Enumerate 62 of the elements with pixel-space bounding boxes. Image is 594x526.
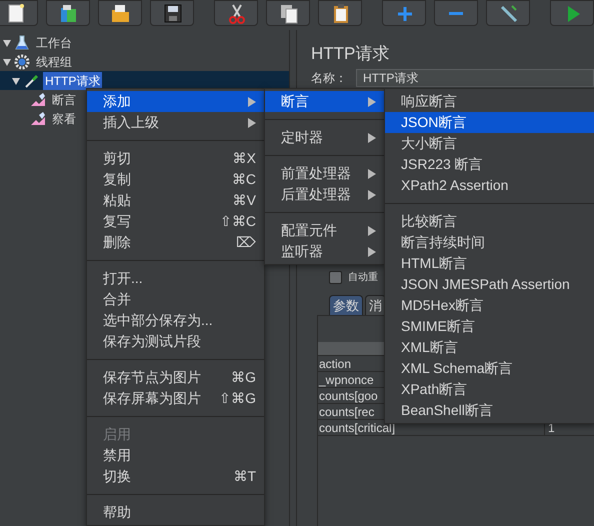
toolbar-button[interactable]: [150, 0, 194, 26]
menu-item[interactable]: SMIME断言: [385, 316, 594, 337]
menu-item[interactable]: 复写 ⇧⌘C: [87, 211, 264, 232]
menu-item[interactable]: MD5Hex断言: [385, 295, 594, 316]
menu-item[interactable]: 大小断言: [385, 133, 594, 154]
menu-item[interactable]: JSON断言: [385, 112, 594, 133]
tab[interactable]: 消: [365, 295, 386, 315]
menu-item[interactable]: 配置元件: [265, 220, 384, 241]
tree-item[interactable]: 断言: [50, 90, 78, 108]
menu-item[interactable]: JSON JMESPath Assertion: [385, 274, 594, 295]
table-cell-text: 1: [547, 420, 555, 435]
flask-icon: [14, 34, 30, 50]
menu-item[interactable]: 帮助: [87, 502, 264, 523]
menu-item[interactable]: XPath2 Assertion: [385, 175, 594, 196]
menu-item[interactable]: 切换 ⌘T: [87, 466, 264, 487]
toolbar-button[interactable]: [266, 0, 310, 26]
toolbar-button[interactable]: [214, 0, 258, 26]
toolbar-button[interactable]: [46, 0, 90, 26]
menu-item[interactable]: 比较断言: [385, 211, 594, 232]
tree-item[interactable]: 察看: [50, 110, 78, 128]
menu-item[interactable]: 断言: [265, 91, 384, 112]
tree-item[interactable]: 工作台: [34, 34, 74, 52]
tab[interactable]: 参数: [329, 295, 363, 315]
gear-icon: [14, 54, 30, 70]
menu-item[interactable]: 禁用: [87, 445, 264, 466]
menu-item[interactable]: 保存屏幕为图片 ⇧⌘G: [87, 388, 264, 409]
folder-icon: [109, 2, 131, 24]
minus-icon: [449, 12, 463, 14]
menu-item[interactable]: 删除 ⌦: [87, 232, 264, 253]
panel-title: HTTP请求: [311, 43, 390, 63]
menu-item[interactable]: 监听器: [265, 241, 384, 262]
menu-item[interactable]: 插入上级: [87, 112, 264, 133]
toolbar-button[interactable]: [318, 0, 362, 26]
menu-item[interactable]: 保存节点为图片 ⌘G: [87, 367, 264, 388]
field-label: 名称：: [311, 70, 348, 87]
menu-item[interactable]: 后置处理器: [265, 184, 384, 205]
toolbar-button[interactable]: [486, 0, 530, 26]
pipette-icon: [23, 72, 39, 88]
menu-item[interactable]: 打开...: [87, 268, 264, 289]
menu-item[interactable]: 添加: [87, 91, 264, 112]
chart-icon: [30, 110, 46, 126]
menu-item[interactable]: 前置处理器: [265, 163, 384, 184]
checkbox[interactable]: [329, 270, 342, 284]
menu-item[interactable]: 复制 ⌘C: [87, 169, 264, 190]
menu-item[interactable]: 响应断言: [385, 91, 594, 112]
menu-item[interactable]: XML断言: [385, 337, 594, 358]
chart-icon: [30, 92, 46, 108]
tree-item[interactable]: HTTP请求: [43, 72, 102, 90]
tree-item[interactable]: 线程组: [34, 52, 74, 70]
menu-item[interactable]: JSR223 断言: [385, 154, 594, 175]
menu-item[interactable]: 粘贴 ⌘V: [87, 190, 264, 211]
menu-item[interactable]: HTML断言: [385, 253, 594, 274]
menu-item[interactable]: 保存为测试片段: [87, 331, 264, 352]
menu-item[interactable]: 选中部分保存为...: [87, 310, 264, 331]
menu-item[interactable]: 合并: [87, 289, 264, 310]
checkbox-label: 自动重: [348, 270, 378, 284]
menu-item[interactable]: 剪切 ⌘X: [87, 148, 264, 169]
menu-item[interactable]: 定时器: [265, 127, 384, 148]
toolbar-button[interactable]: [0, 0, 38, 26]
toolbar-button[interactable]: [98, 0, 142, 26]
name-field[interactable]: HTTP请求: [356, 69, 594, 87]
menu-item[interactable]: 断言持续时间: [385, 232, 594, 253]
